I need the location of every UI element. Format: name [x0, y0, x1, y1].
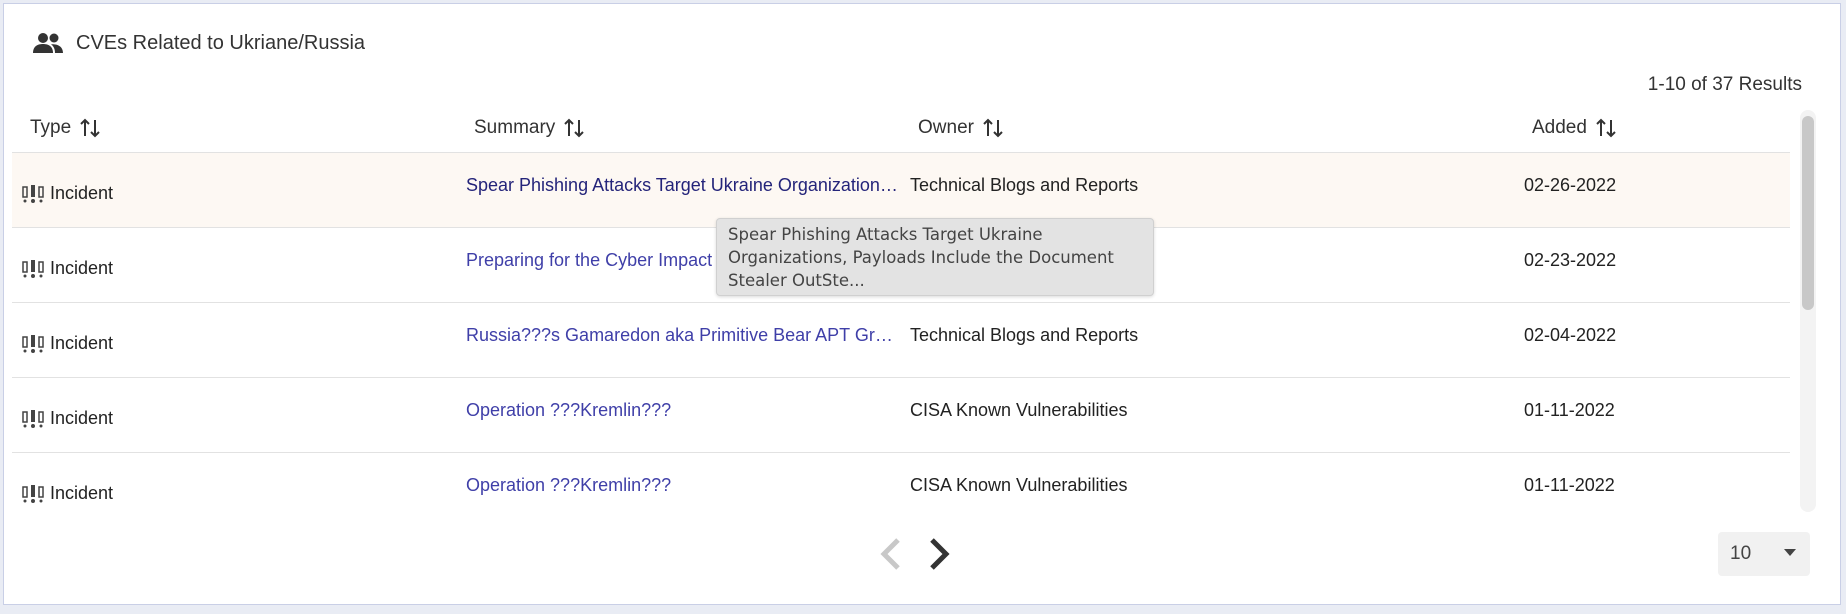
summary-link[interactable]: Spear Phishing Attacks Target Ukraine Or…: [466, 175, 900, 196]
people-icon: [32, 30, 66, 56]
page-size-value: 10: [1730, 543, 1752, 564]
panel-title: CVEs Related to Ukriane/Russia: [76, 31, 366, 54]
owner-cell: CISA Known Vulnerabilities: [910, 475, 1128, 495]
type-cell: Incident: [22, 483, 113, 504]
panel-header: CVEs Related to Ukriane/Russia: [32, 28, 365, 58]
column-header-type[interactable]: Type: [30, 117, 101, 139]
type-label: Incident: [50, 258, 114, 278]
results-count: 1-10 of 37 Results: [1647, 74, 1802, 95]
page-size-select[interactable]: 10: [1718, 532, 1810, 576]
table-row[interactable]: Incident Spear Phishing Attacks Target U…: [12, 153, 1790, 228]
added-cell: 01-11-2022: [1524, 475, 1615, 495]
owner-cell: Technical Blogs and Reports: [910, 175, 1139, 195]
added-cell: 02-26-2022: [1524, 175, 1617, 195]
type-cell: Incident: [22, 183, 113, 204]
tooltip-line: Stealer OutSte...: [728, 271, 865, 290]
incident-icon: [22, 259, 44, 278]
previous-page-button[interactable]: [876, 534, 906, 574]
summary-link[interactable]: Operation ???Kremlin???: [466, 475, 671, 496]
type-label: Incident: [50, 408, 114, 428]
summary-link[interactable]: Russia???s Gamaredon aka Primitive Bear …: [466, 325, 900, 346]
incident-icon: [22, 184, 44, 203]
table-row[interactable]: Incident Operation ???Kremlin??? CISA Kn…: [12, 453, 1790, 509]
added-cell: 02-23-2022: [1524, 250, 1617, 270]
incident-icon: [22, 409, 44, 428]
incident-icon: [22, 334, 44, 353]
type-cell: Incident: [22, 333, 113, 354]
type-label: Incident: [50, 483, 114, 503]
type-cell: Incident: [22, 258, 113, 279]
summary-tooltip: Spear Phishing Attacks Target Ukraine Or…: [716, 218, 1154, 296]
type-label: Incident: [50, 333, 114, 353]
tooltip-line: Spear Phishing Attacks Target Ukraine: [728, 225, 1043, 244]
tooltip-line: Organizations, Payloads Include the Docu…: [728, 248, 1114, 267]
type-label: Incident: [50, 183, 114, 203]
summary-link[interactable]: Operation ???Kremlin???: [466, 400, 671, 421]
owner-cell: CISA Known Vulnerabilities: [910, 400, 1128, 420]
table-header: Type Summary Owner Added: [12, 109, 1790, 153]
incident-icon: [22, 484, 44, 503]
column-header-owner[interactable]: Owner: [918, 117, 1004, 139]
owner-cell: Technical Blogs and Reports: [910, 325, 1139, 345]
type-cell: Incident: [22, 408, 113, 429]
table-row[interactable]: Incident Operation ???Kremlin??? CISA Kn…: [12, 378, 1790, 453]
column-label: Summary: [474, 117, 556, 138]
next-page-button[interactable]: [924, 534, 954, 574]
sort-icon[interactable]: [982, 117, 1004, 139]
summary-link[interactable]: Preparing for the Cyber Impact o: [466, 250, 727, 271]
added-cell: 02-04-2022: [1524, 325, 1617, 345]
column-label: Type: [30, 117, 72, 138]
added-cell: 01-11-2022: [1524, 400, 1615, 420]
sort-icon[interactable]: [79, 117, 101, 139]
column-label: Added: [1532, 117, 1587, 138]
chevron-left-icon: [880, 538, 900, 570]
scrollbar-thumb[interactable]: [1802, 116, 1814, 310]
chevron-right-icon: [930, 538, 950, 570]
column-header-added[interactable]: Added: [1532, 117, 1617, 139]
column-label: Owner: [918, 117, 974, 138]
sort-icon[interactable]: [563, 117, 585, 139]
table-scrollbar[interactable]: [1800, 110, 1816, 512]
column-header-summary[interactable]: Summary: [474, 117, 585, 139]
caret-down-icon: [1784, 549, 1796, 556]
cve-table: Type Summary Owner Added Incident Spear …: [12, 109, 1790, 509]
cves-panel: CVEs Related to Ukriane/Russia 1-10 of 3…: [3, 3, 1841, 605]
table-row[interactable]: Incident Russia???s Gamaredon aka Primit…: [12, 303, 1790, 378]
sort-icon[interactable]: [1595, 117, 1617, 139]
